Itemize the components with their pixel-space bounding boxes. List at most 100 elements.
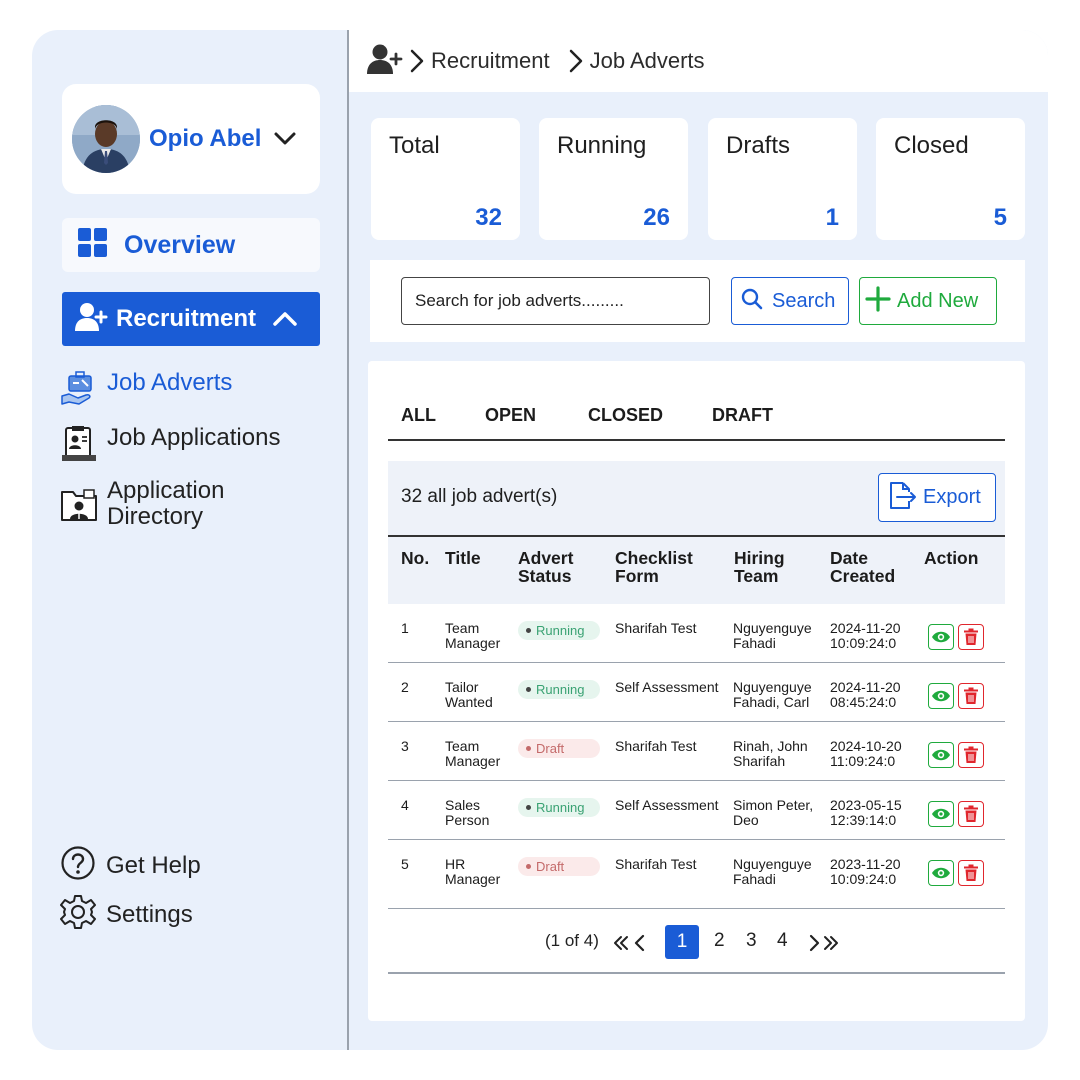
col-title: Title xyxy=(445,548,481,568)
col-date-created: Date Created xyxy=(830,548,896,586)
nav-job-adverts[interactable]: Job Adverts xyxy=(60,370,232,408)
settings-wrap: Settings xyxy=(60,894,193,935)
cell-hiring-team: Nguyenguye Fahadi, Carl xyxy=(733,679,812,710)
status-text: Running xyxy=(536,682,585,697)
page-1[interactable]: 1 xyxy=(665,925,699,959)
trash-icon xyxy=(964,864,978,881)
help-wrap: Get Help xyxy=(60,845,201,886)
add-user-icon xyxy=(74,302,108,337)
status-text: Draft xyxy=(536,859,565,874)
view-button[interactable] xyxy=(928,683,954,709)
cell-no: 1 xyxy=(401,620,409,636)
stat-value: 1 xyxy=(825,204,839,231)
delete-button[interactable] xyxy=(958,624,984,650)
trash-icon xyxy=(964,805,978,822)
status-text: Draft xyxy=(536,741,565,756)
col-advert-status: Advert Status xyxy=(518,548,574,586)
cell-checklist-form: Self Assessment xyxy=(615,797,719,813)
col-checklist-form: Checklist Form xyxy=(615,548,693,586)
export-button[interactable]: Export xyxy=(878,473,996,522)
delete-button[interactable] xyxy=(958,860,984,886)
view-button[interactable] xyxy=(928,860,954,886)
help-icon xyxy=(60,845,96,886)
chevron-up-icon[interactable] xyxy=(272,310,298,328)
grid-icon xyxy=(78,227,108,263)
cell-checklist-form: Sharifah Test xyxy=(615,620,697,636)
table-toolbar: 32 all job advert(s) Export xyxy=(388,461,1005,535)
page-4[interactable]: 4 xyxy=(777,930,788,952)
nav-job-adverts-label: Job Adverts xyxy=(107,369,233,396)
cell-hiring-team: Nguyenguye Fahadi xyxy=(733,856,812,887)
breadcrumb-recruitment[interactable]: Recruitment xyxy=(431,48,550,74)
page-2[interactable]: 2 xyxy=(714,930,725,952)
export-icon xyxy=(887,479,917,516)
tab-all[interactable]: ALL xyxy=(401,405,436,426)
view-button[interactable] xyxy=(928,742,954,768)
nav-job-applications[interactable]: Job Applications xyxy=(60,425,280,463)
tab-open[interactable]: OPEN xyxy=(485,405,536,426)
nav-application-directory[interactable]: Application Directory xyxy=(60,478,267,530)
avatar xyxy=(72,105,140,173)
chevron-right-icon xyxy=(409,48,425,74)
next-page-icon[interactable] xyxy=(807,934,821,957)
nav-get-help[interactable]: Get Help xyxy=(60,845,201,886)
cell-title: Team Manager xyxy=(445,738,501,769)
stat-label: Drafts xyxy=(726,132,791,159)
tab-draft[interactable]: DRAFT xyxy=(712,405,773,426)
table-row: 3 Team Manager Draft Sharifah Test Rinah… xyxy=(388,722,1005,781)
page-3[interactable]: 3 xyxy=(746,930,757,952)
eye-icon xyxy=(932,690,950,702)
nav-settings[interactable]: Settings xyxy=(60,894,193,935)
nav-job-applications-label: Job Applications xyxy=(107,424,281,451)
advert-count: 32 all job advert(s) xyxy=(401,486,558,507)
col-action: Action xyxy=(924,548,979,568)
search-button[interactable]: Search xyxy=(731,277,849,325)
stat-card-drafts: Drafts 1 xyxy=(708,118,857,240)
cell-no: 4 xyxy=(401,797,409,813)
cell-date-created: 2023-05-15 12:39:14:0 xyxy=(830,797,902,828)
view-button[interactable] xyxy=(928,801,954,827)
stat-card-closed: Closed 5 xyxy=(876,118,1025,240)
applicant-form-icon xyxy=(60,425,98,463)
nav-recruitment[interactable]: Recruitment xyxy=(62,292,320,346)
nav-recruitment-label: Recruitment xyxy=(116,305,257,332)
stat-label: Closed xyxy=(894,132,969,159)
last-page-icon[interactable] xyxy=(822,934,840,957)
cell-hiring-team: Rinah, John Sharifah xyxy=(733,738,808,769)
prev-page-icon[interactable] xyxy=(633,934,647,957)
table-row: 1 Team Manager Running Sharifah Test Ngu… xyxy=(388,604,1005,663)
nav-overview-label: Overview xyxy=(124,230,236,259)
cell-hiring-team: Nguyenguye Fahadi xyxy=(733,620,812,651)
nav-sub-job-applications-wrap: Job Applications xyxy=(60,425,280,463)
add-new-button[interactable]: Add New xyxy=(859,277,997,325)
table-row: 4 Sales Person Running Self Assessment S… xyxy=(388,781,1005,840)
chevron-down-icon[interactable] xyxy=(273,131,297,147)
delete-button[interactable] xyxy=(958,742,984,768)
search-panel: Search Add New xyxy=(370,260,1025,342)
cell-title: HR Manager xyxy=(445,856,501,887)
delete-button[interactable] xyxy=(958,683,984,709)
table-row: 5 HR Manager Draft Sharifah Test Nguyeng… xyxy=(388,840,1005,899)
view-button[interactable] xyxy=(928,624,954,650)
cell-no: 5 xyxy=(401,856,409,872)
profile-card[interactable]: Opio Abel xyxy=(62,84,320,194)
nav-sub-directory-wrap: Application Directory xyxy=(60,478,267,530)
cell-no: 2 xyxy=(401,679,409,695)
delete-button[interactable] xyxy=(958,801,984,827)
stat-value: 32 xyxy=(475,204,502,231)
app-window: Opio Abel Overview Recruitment Job Adver… xyxy=(32,30,1048,1050)
nav-settings-label: Settings xyxy=(106,900,193,928)
trash-icon xyxy=(964,628,978,645)
table-row: 2 Tailor Wanted Running Self Assessment … xyxy=(388,663,1005,722)
nav-overview[interactable]: Overview xyxy=(62,218,320,272)
add-user-icon xyxy=(367,43,403,80)
tab-closed[interactable]: CLOSED xyxy=(588,405,663,426)
plus-icon xyxy=(865,285,891,317)
first-page-icon[interactable] xyxy=(612,934,630,957)
search-input[interactable] xyxy=(401,277,710,325)
col-no: No. xyxy=(401,548,430,568)
cell-checklist-form: Self Assessment xyxy=(615,679,719,695)
breadcrumb-job-adverts: Job Adverts xyxy=(589,48,705,73)
cell-no: 3 xyxy=(401,738,409,754)
filter-tabs: ALL OPEN CLOSED DRAFT xyxy=(388,401,1005,441)
